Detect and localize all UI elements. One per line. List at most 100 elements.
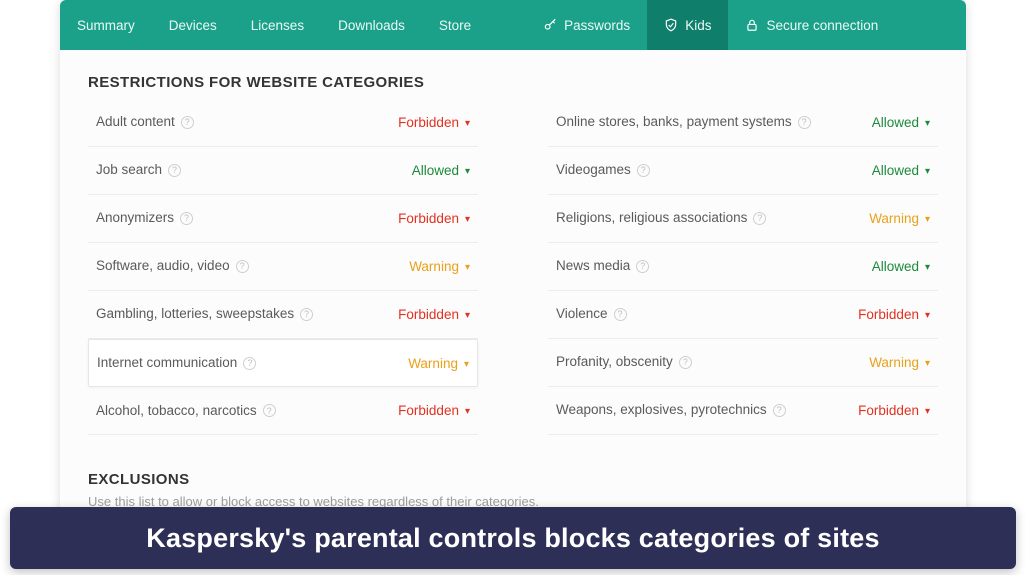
category-status-text: Forbidden xyxy=(858,307,919,322)
category-status-selector[interactable]: Forbidden ▾ xyxy=(398,115,470,130)
help-icon[interactable]: ? xyxy=(773,404,786,417)
chevron-down-icon: ▾ xyxy=(925,118,930,129)
help-icon[interactable]: ? xyxy=(614,308,627,321)
exclusions-title: EXCLUSIONS xyxy=(88,471,938,488)
category-label-text: Videogames xyxy=(556,161,631,179)
nav-downloads[interactable]: Downloads xyxy=(321,0,422,50)
category-row: Adult content?Forbidden▾ xyxy=(88,99,478,147)
caption-text: Kaspersky's parental controls blocks cat… xyxy=(146,523,879,554)
category-status-selector[interactable]: Warning▾ xyxy=(869,211,930,226)
category-label: Gambling, lotteries, sweepstakes? xyxy=(96,305,313,323)
category-label-text: Internet communication xyxy=(97,354,237,372)
category-status-selector[interactable]: Forbidden▾ xyxy=(398,211,470,226)
category-row: Religions, religious associations? Warnin… xyxy=(548,195,938,243)
category-row: Internet communication? Warning▾ xyxy=(88,339,478,387)
help-icon[interactable]: ? xyxy=(798,116,811,129)
chevron-down-icon: ▾ xyxy=(464,359,469,370)
nav-kids[interactable]: Kids xyxy=(647,0,728,50)
chevron-down-icon: ▾ xyxy=(465,262,470,273)
nav-label: Licenses xyxy=(251,18,304,33)
help-icon[interactable]: ? xyxy=(300,308,313,321)
category-label: Profanity, obscenity? xyxy=(556,353,692,371)
category-label-text: Profanity, obscenity xyxy=(556,353,673,371)
category-label: Job search? xyxy=(96,161,181,179)
category-label: News media? xyxy=(556,257,649,275)
category-row: Gambling, lotteries, sweepstakes? Forbidd… xyxy=(88,291,478,339)
category-row: Violence? Forbidden▾ xyxy=(548,291,938,339)
nav-label: Devices xyxy=(169,18,217,33)
chevron-down-icon: ▾ xyxy=(465,118,470,129)
category-label-text: Violence xyxy=(556,305,608,323)
help-icon[interactable]: ? xyxy=(236,260,249,273)
category-row: Anonymizers? Forbidden▾ xyxy=(88,195,478,243)
nav-label: Kids xyxy=(685,18,711,33)
help-icon[interactable]: ? xyxy=(679,356,692,369)
category-label-text: Job search xyxy=(96,161,162,179)
help-icon[interactable]: ? xyxy=(180,212,193,225)
restrictions-columns: Adult content?Forbidden▾Job search?Allow… xyxy=(88,99,938,435)
category-status-selector[interactable]: Forbidden▾ xyxy=(398,307,470,322)
category-label: Alcohol, tobacco, narcotics? xyxy=(96,402,276,420)
chevron-down-icon: ▾ xyxy=(465,166,470,177)
help-icon[interactable]: ? xyxy=(263,404,276,417)
category-status-text: Allowed xyxy=(412,163,459,178)
chevron-down-icon: ▾ xyxy=(465,406,470,417)
category-row: Videogames? Allowed▾ xyxy=(548,147,938,195)
chevron-down-icon: ▾ xyxy=(925,358,930,369)
chevron-down-icon: ▾ xyxy=(925,262,930,273)
nav-label: Store xyxy=(439,18,471,33)
category-status-selector[interactable]: Allowed ▾ xyxy=(412,163,470,178)
help-icon[interactable]: ? xyxy=(753,212,766,225)
category-status-text: Warning xyxy=(869,355,919,370)
category-status-selector[interactable]: Forbidden▾ xyxy=(858,307,930,322)
nav-devices[interactable]: Devices xyxy=(152,0,234,50)
nav-label: Passwords xyxy=(564,18,630,33)
category-row: Alcohol, tobacco, narcotics? Forbidden ▾ xyxy=(88,387,478,435)
category-label: Violence? xyxy=(556,305,627,323)
category-status-selector[interactable]: Warning ▾ xyxy=(409,259,470,274)
restrictions-col-right: Online stores, banks, payment systems? Al… xyxy=(548,99,938,435)
nav-licenses[interactable]: Licenses xyxy=(234,0,321,50)
category-status-selector[interactable]: Warning ▾ xyxy=(869,355,930,370)
help-icon[interactable]: ? xyxy=(636,260,649,273)
category-status-selector[interactable]: Allowed▾ xyxy=(872,163,930,178)
category-status-selector[interactable]: Allowed ▾ xyxy=(872,115,930,130)
help-icon[interactable]: ? xyxy=(181,116,194,129)
category-label-text: Anonymizers xyxy=(96,209,174,227)
help-icon[interactable]: ? xyxy=(637,164,650,177)
category-status-text: Warning xyxy=(409,259,459,274)
nav-summary[interactable]: Summary xyxy=(60,0,152,50)
category-row: Online stores, banks, payment systems? Al… xyxy=(548,99,938,147)
restrictions-col-left: Adult content?Forbidden▾Job search?Allow… xyxy=(88,99,478,435)
nav-passwords[interactable]: Passwords xyxy=(526,0,647,50)
category-status-selector[interactable]: Allowed ▾ xyxy=(872,259,930,274)
help-icon[interactable]: ? xyxy=(168,164,181,177)
category-label-text: News media xyxy=(556,257,630,275)
category-status-text: Allowed xyxy=(872,259,919,274)
exclusions-section: EXCLUSIONS Use this list to allow or blo… xyxy=(88,471,938,509)
category-label: Videogames? xyxy=(556,161,650,179)
category-status-text: Allowed xyxy=(872,115,919,130)
category-status-selector[interactable]: Warning▾ xyxy=(408,356,469,371)
app-card: Summary Devices Licenses Downloads Store… xyxy=(60,0,966,555)
category-label-text: Religions, religious associations xyxy=(556,209,747,227)
category-status-text: Forbidden xyxy=(398,115,459,130)
content-area: RESTRICTIONS FOR WEBSITE CATEGORIES Adul… xyxy=(60,50,966,509)
category-status-selector[interactable]: Forbidden ▾ xyxy=(398,403,470,418)
category-label: Online stores, banks, payment systems? xyxy=(556,113,811,131)
category-row: Profanity, obscenity? Warning ▾ xyxy=(548,339,938,387)
category-label: Anonymizers? xyxy=(96,209,193,227)
key-icon xyxy=(543,18,557,32)
category-row: Weapons, explosives, pyrotechnics?Forbid… xyxy=(548,387,938,435)
nav-secure-connection[interactable]: Secure connection xyxy=(728,0,895,50)
category-status-text: Forbidden xyxy=(398,403,459,418)
category-label-text: Alcohol, tobacco, narcotics xyxy=(96,402,257,420)
nav-store[interactable]: Store xyxy=(422,0,488,50)
chevron-down-icon: ▾ xyxy=(925,166,930,177)
category-status-selector[interactable]: Forbidden▾ xyxy=(858,403,930,418)
category-status-text: Forbidden xyxy=(398,211,459,226)
shield-icon xyxy=(664,18,678,32)
category-label: Religions, religious associations? xyxy=(556,209,766,227)
help-icon[interactable]: ? xyxy=(243,357,256,370)
category-label-text: Software, audio, video xyxy=(96,257,230,275)
